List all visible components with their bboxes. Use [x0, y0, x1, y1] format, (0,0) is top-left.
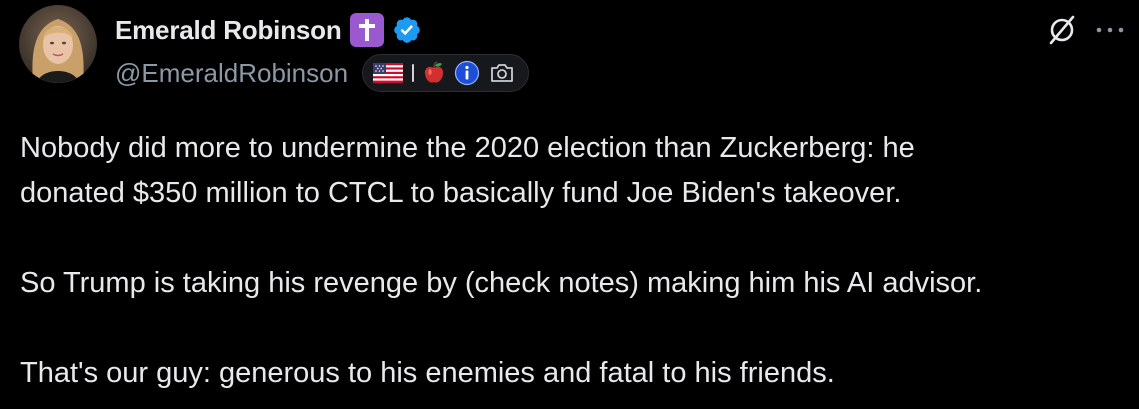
tweet-line: Nobody did more to undermine the 2020 el…: [20, 132, 915, 164]
handle-row: @EmeraldRobinson: [115, 53, 530, 93]
more-options-icon[interactable]: [1095, 25, 1125, 35]
pill-divider: [412, 64, 415, 82]
tweet-actions: [1047, 14, 1125, 46]
tweet-line: That's our guy: generous to his enemies …: [20, 357, 835, 389]
profile-photo-icon: [19, 5, 97, 83]
tweet-line: So Trump is taking his revenge by (check…: [20, 267, 983, 299]
us-flag-icon: [373, 63, 404, 83]
info-icon[interactable]: [454, 60, 480, 86]
tweet-header: Emerald Robinson @EmeraldRobinson: [0, 0, 1139, 100]
tweet-line: donated $350 million to CTCL to basicall…: [20, 177, 902, 209]
tweet-text: Nobody did more to undermine the 2020 el…: [20, 126, 1120, 396]
display-name[interactable]: Emerald Robinson: [115, 15, 342, 46]
apple-icon: [423, 61, 445, 85]
verified-badge-icon[interactable]: [392, 14, 424, 46]
latin-cross-icon: [349, 13, 384, 47]
user-handle[interactable]: @EmeraldRobinson: [115, 58, 348, 89]
name-row: Emerald Robinson: [115, 10, 424, 50]
grok-slash-icon[interactable]: [1047, 14, 1077, 46]
camera-icon[interactable]: [489, 62, 515, 84]
profile-emoji-pill: [362, 54, 530, 92]
avatar[interactable]: [19, 5, 97, 83]
